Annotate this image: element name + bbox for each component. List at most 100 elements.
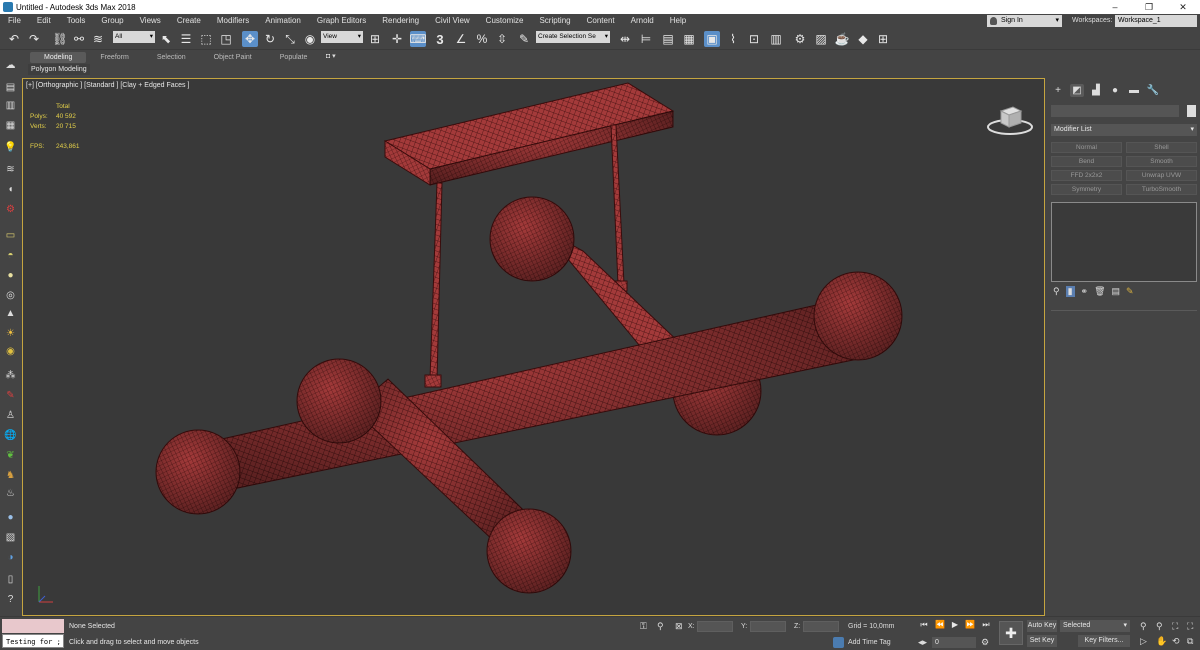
display-tab-icon[interactable]: ▬ bbox=[1127, 84, 1141, 97]
object-color-swatch[interactable] bbox=[1187, 105, 1196, 117]
key-mode-icon[interactable]: ◂▸ bbox=[918, 637, 927, 648]
speaker-icon[interactable]: ◖ bbox=[3, 182, 18, 196]
pin-stack-icon[interactable]: ⚲ bbox=[1053, 286, 1060, 297]
redo-icon[interactable]: ↷ bbox=[26, 31, 42, 47]
tab-selection[interactable]: Selection bbox=[143, 52, 200, 63]
minimize-button[interactable]: – bbox=[1098, 0, 1132, 14]
set-keys-icon[interactable]: ✚ bbox=[999, 621, 1023, 645]
rendered-frame-icon[interactable]: ▨ bbox=[813, 31, 829, 47]
modifier-stack[interactable] bbox=[1051, 202, 1197, 282]
menu-scripting[interactable]: Scripting bbox=[531, 14, 578, 28]
named-selection-select[interactable]: Create Selection Se ▾ bbox=[536, 31, 610, 43]
modifier-list-select[interactable]: Modifier List ▾ bbox=[1051, 124, 1197, 136]
modifier-ffd-button[interactable]: FFD 2x2x2 bbox=[1051, 170, 1122, 181]
curve-editor-icon[interactable]: ⌇ bbox=[725, 31, 741, 47]
tab-modeling[interactable]: Modeling bbox=[30, 52, 87, 63]
create-panel-icon[interactable]: ☁ bbox=[3, 58, 18, 72]
modifier-normal-button[interactable]: Normal bbox=[1051, 142, 1122, 153]
file-icon[interactable]: ▯ bbox=[3, 572, 18, 586]
modifier-bend-button[interactable]: Bend bbox=[1051, 156, 1122, 167]
maximize-viewport-icon[interactable]: ⧉ bbox=[1187, 636, 1193, 647]
render-production-icon[interactable]: ☕ bbox=[834, 31, 850, 47]
sign-in-button[interactable]: Sign In ▾ bbox=[987, 15, 1062, 27]
motion-tab-icon[interactable]: ● bbox=[1108, 84, 1122, 97]
previous-frame-icon[interactable]: ⏪ bbox=[934, 620, 946, 629]
create-tab-icon[interactable]: + bbox=[1051, 84, 1065, 97]
zoom-extents-icon[interactable]: ⛶ bbox=[1172, 621, 1178, 632]
hair-icon[interactable]: ⁂ bbox=[3, 368, 18, 382]
menu-animation[interactable]: Animation bbox=[257, 14, 309, 28]
tab-object-paint[interactable]: Object Paint bbox=[200, 52, 266, 63]
current-frame-field[interactable]: 0 bbox=[932, 637, 976, 648]
menu-create[interactable]: Create bbox=[169, 14, 209, 28]
next-frame-icon[interactable]: ⏩ bbox=[964, 620, 976, 629]
make-unique-icon[interactable]: ⚭ bbox=[1081, 286, 1089, 297]
undo-icon[interactable]: ↶ bbox=[6, 31, 22, 47]
time-tag-icon[interactable] bbox=[833, 637, 844, 648]
menu-customize[interactable]: Customize bbox=[478, 14, 532, 28]
character-icon[interactable]: ♞ bbox=[3, 468, 18, 482]
angle-snap-icon[interactable]: ∠ bbox=[453, 31, 469, 47]
zoom-all-icon[interactable]: ⚲ bbox=[1156, 621, 1163, 632]
window-crossing-icon[interactable]: ◳ bbox=[218, 31, 234, 47]
close-button[interactable]: ✕ bbox=[1166, 0, 1200, 14]
percent-snap-icon[interactable]: % bbox=[474, 31, 490, 47]
edit-modifier-icon[interactable]: ✎ bbox=[1126, 286, 1134, 297]
configure-sets-icon[interactable]: ▤ bbox=[1112, 286, 1121, 297]
select-rotate-icon[interactable]: ↻ bbox=[262, 31, 278, 47]
viewcube-icon[interactable] bbox=[985, 99, 1035, 137]
rect-region-icon[interactable]: ⬚ bbox=[198, 31, 214, 47]
modifier-symmetry-button[interactable]: Symmetry bbox=[1051, 184, 1122, 195]
zoom-icon[interactable]: ⚲ bbox=[1140, 621, 1147, 632]
select-move-icon[interactable]: ✥ bbox=[242, 31, 258, 47]
material-sphere-icon[interactable]: ● bbox=[3, 510, 18, 524]
wind-icon[interactable]: ≋ bbox=[3, 162, 18, 176]
set-key-button[interactable]: Set Key bbox=[1027, 635, 1057, 647]
tab-populate[interactable]: Populate bbox=[266, 52, 322, 63]
mirror-icon[interactable]: ⇹ bbox=[617, 31, 633, 47]
place-icon[interactable]: ◉ bbox=[302, 31, 318, 47]
torus-icon[interactable]: ◎ bbox=[3, 288, 18, 302]
align-icon[interactable]: ⊨ bbox=[638, 31, 654, 47]
menu-arnold[interactable]: Arnold bbox=[623, 14, 662, 28]
globe-icon[interactable]: 🌐 bbox=[3, 428, 18, 442]
remove-modifier-icon[interactable]: 🗑 bbox=[1094, 286, 1105, 297]
lock-selection-icon[interactable]: ⚿ bbox=[640, 621, 647, 632]
x-coordinate-field[interactable] bbox=[697, 621, 733, 632]
dynamics-icon[interactable]: ⚙ bbox=[3, 202, 18, 216]
play-icon[interactable]: ▶ bbox=[949, 620, 961, 629]
pan-icon[interactable]: ✋ bbox=[1156, 636, 1167, 647]
workspace-select[interactable]: Workspace_1 bbox=[1115, 15, 1197, 27]
maxscript-input[interactable]: Testing for ; bbox=[2, 634, 64, 648]
menu-content[interactable]: Content bbox=[579, 14, 623, 28]
sun-icon[interactable]: ☀ bbox=[3, 326, 18, 340]
toggle-scene-explorer-icon[interactable]: ▤ bbox=[660, 31, 676, 47]
menu-graph-editors[interactable]: Graph Editors bbox=[309, 14, 374, 28]
ribbon-options-button[interactable]: ◘ ▾ bbox=[326, 52, 336, 60]
bind-spacewarp-icon[interactable]: ≋ bbox=[90, 31, 106, 47]
long-arm[interactable] bbox=[155, 271, 903, 515]
use-pivot-center-icon[interactable]: ⊞ bbox=[367, 31, 383, 47]
light-icon[interactable]: 💡 bbox=[3, 140, 18, 154]
add-time-tag-button[interactable]: Add Time Tag bbox=[848, 639, 891, 646]
grid-icon[interactable]: ▦ bbox=[3, 118, 18, 132]
render-setup-icon[interactable]: ⚙ bbox=[792, 31, 808, 47]
key-filters-button[interactable]: Key Filters... bbox=[1078, 635, 1130, 647]
hemisphere-icon[interactable]: ◓ bbox=[3, 248, 18, 262]
render-iterative-icon[interactable]: ◆ bbox=[855, 31, 871, 47]
absolute-mode-icon[interactable]: ⊠ bbox=[675, 621, 683, 632]
ribbon-toggle-icon[interactable]: ▣ bbox=[704, 31, 720, 47]
menu-tools[interactable]: Tools bbox=[59, 14, 94, 28]
select-scale-icon[interactable]: ⤡ bbox=[282, 31, 298, 47]
help-icon[interactable]: ? bbox=[3, 592, 18, 606]
polygon-modeling-panel[interactable]: Polygon Modeling bbox=[28, 64, 90, 75]
scene-explorer-icon[interactable]: ▥ bbox=[3, 98, 18, 112]
orbit-icon[interactable]: ⟲ bbox=[1172, 636, 1180, 647]
modifier-shell-button[interactable]: Shell bbox=[1126, 142, 1197, 153]
layer-icon[interactable]: ▤ bbox=[3, 80, 18, 94]
keyboard-shortcut-icon[interactable]: ⌨ bbox=[409, 31, 427, 47]
tab-freeform[interactable]: Freeform bbox=[86, 52, 142, 63]
object-name-field[interactable] bbox=[1051, 105, 1179, 117]
time-config-icon[interactable]: ⚙ bbox=[981, 637, 989, 648]
hierarchy-tab-icon[interactable]: ▟ bbox=[1089, 84, 1103, 97]
